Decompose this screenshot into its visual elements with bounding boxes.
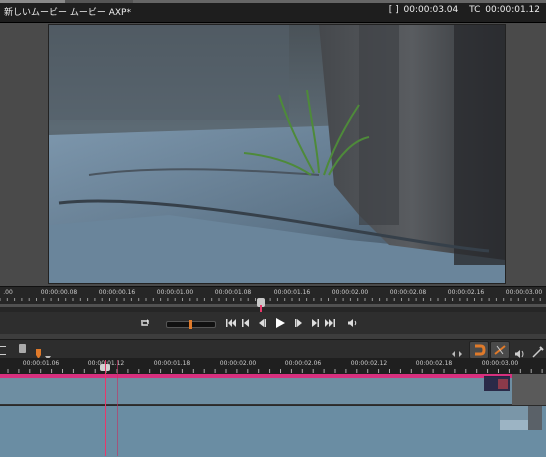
ruler-label: 00:00:03.00	[505, 289, 543, 296]
clip-marker-bar	[0, 374, 512, 378]
go-to-start-icon[interactable]	[224, 316, 238, 330]
ruler-label: 00:00:01.08	[214, 289, 252, 296]
magnet-icon[interactable]	[469, 341, 489, 359]
timeline-ruler-label: 00:00:01.06	[22, 360, 60, 367]
timecode-area: [ ] 00:00:03.04 TC 00:00:01.12	[387, 5, 540, 15]
video-track-2[interactable]	[0, 405, 546, 457]
ruler-label: 00:00:00.16	[98, 289, 136, 296]
timeline-ruler-ticks	[7, 369, 543, 373]
ruler-label: 00:00:02.00	[331, 289, 369, 296]
timeline-ruler-label: 00:00:02.06	[284, 360, 322, 367]
video-preview[interactable]	[48, 24, 506, 284]
timeline-ruler-label: 00:00:01.18	[153, 360, 191, 367]
menu-icon[interactable]	[0, 346, 6, 355]
loop-icon[interactable]	[138, 316, 152, 330]
title-bar: 新しいムービー ムービー AXP* [ ] 00:00:03.04 TC 00:…	[0, 0, 546, 23]
panel-tabs-strip	[0, 0, 546, 3]
timeline-ruler[interactable]: 00:00:01.06 00:00:01.12 00:00:01.18 00:0…	[0, 358, 546, 374]
next-edit-icon[interactable]	[308, 316, 322, 330]
timeline-playhead[interactable]	[105, 360, 106, 456]
tc-label: TC	[469, 5, 481, 15]
snap-icon[interactable]	[490, 341, 510, 359]
ruler-label: .00	[3, 289, 13, 296]
timeline-ruler-label: 00:00:03.00	[481, 360, 519, 367]
jog-shuttle-slider[interactable]	[166, 320, 216, 329]
timeline-ruler-label: 00:00:02.18	[415, 360, 453, 367]
step-forward-icon[interactable]	[292, 316, 306, 330]
in-out-bracket-icon: [ ]	[388, 5, 399, 15]
transport-bar	[0, 312, 546, 335]
ruler-label: 00:00:00.08	[40, 289, 78, 296]
marker-icon[interactable]	[36, 344, 41, 359]
preview-ruler[interactable]: .00 00:00:00.08 00:00:00.16 00:00:01.00 …	[0, 286, 546, 313]
play-icon[interactable]	[273, 316, 287, 330]
duration-readout: 00:00:03.04	[403, 5, 459, 15]
go-to-end-icon[interactable]	[323, 316, 337, 330]
timeline-playhead-shadow	[117, 360, 118, 456]
timeline-ruler-label: 00:00:02.12	[350, 360, 388, 367]
timeline-ruler-label: 00:00:02.00	[219, 360, 257, 367]
trash-icon[interactable]	[19, 344, 26, 353]
step-back-icon[interactable]	[255, 316, 269, 330]
ruler-label: 00:00:02.16	[447, 289, 485, 296]
video-frame-image	[49, 25, 505, 283]
timeline-toolbar	[0, 339, 546, 360]
ruler-label: 00:00:01.00	[156, 289, 194, 296]
volume-icon[interactable]	[346, 316, 360, 330]
track-end-area	[512, 374, 546, 405]
clip-thumbnail[interactable]	[500, 406, 542, 430]
clip-thumbnail[interactable]	[484, 376, 510, 391]
video-track-1[interactable]	[0, 374, 530, 405]
preview-scrub-track[interactable]	[0, 304, 546, 307]
timecode-readout: 00:00:01.12	[485, 5, 540, 15]
shuttle-handle[interactable]	[189, 320, 192, 329]
ruler-label: 00:00:01.16	[273, 289, 311, 296]
window-title: 新しいムービー ムービー AXP*	[4, 8, 131, 18]
previous-edit-icon[interactable]	[239, 316, 253, 330]
ruler-label: 00:00:02.08	[389, 289, 427, 296]
